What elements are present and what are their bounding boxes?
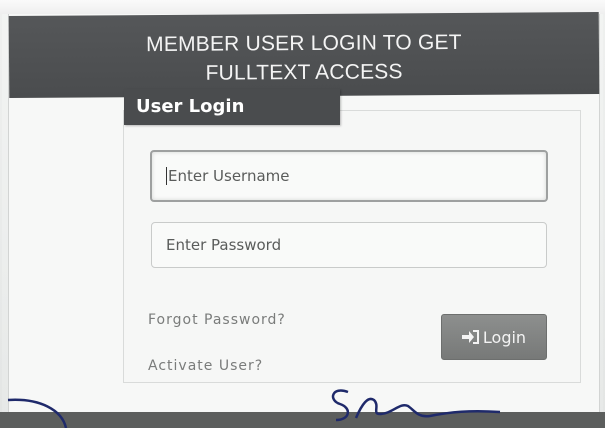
header-line-2: FULLTEXT ACCESS (205, 60, 403, 85)
activate-user-link[interactable]: Activate User? (148, 358, 263, 374)
user-login-tab: User Login (124, 89, 340, 125)
password-placeholder: Enter Password (166, 236, 282, 254)
password-input[interactable]: Enter Password (151, 222, 547, 268)
bottom-bar (0, 412, 605, 428)
username-input[interactable]: Enter Username (150, 150, 548, 202)
text-caret (166, 167, 167, 185)
username-placeholder: Enter Username (168, 167, 290, 185)
page: MEMBER USER LOGIN TO GET FULLTEXT ACCESS… (0, 0, 605, 428)
login-button-label: Login (482, 327, 527, 347)
sign-in-icon (461, 330, 479, 344)
login-button[interactable]: Login (441, 314, 547, 360)
forgot-password-link[interactable]: Forgot Password? (148, 312, 286, 328)
panel-header: MEMBER USER LOGIN TO GET FULLTEXT ACCESS (8, 11, 600, 99)
header-line-1: MEMBER USER LOGIN TO GET (146, 30, 462, 57)
